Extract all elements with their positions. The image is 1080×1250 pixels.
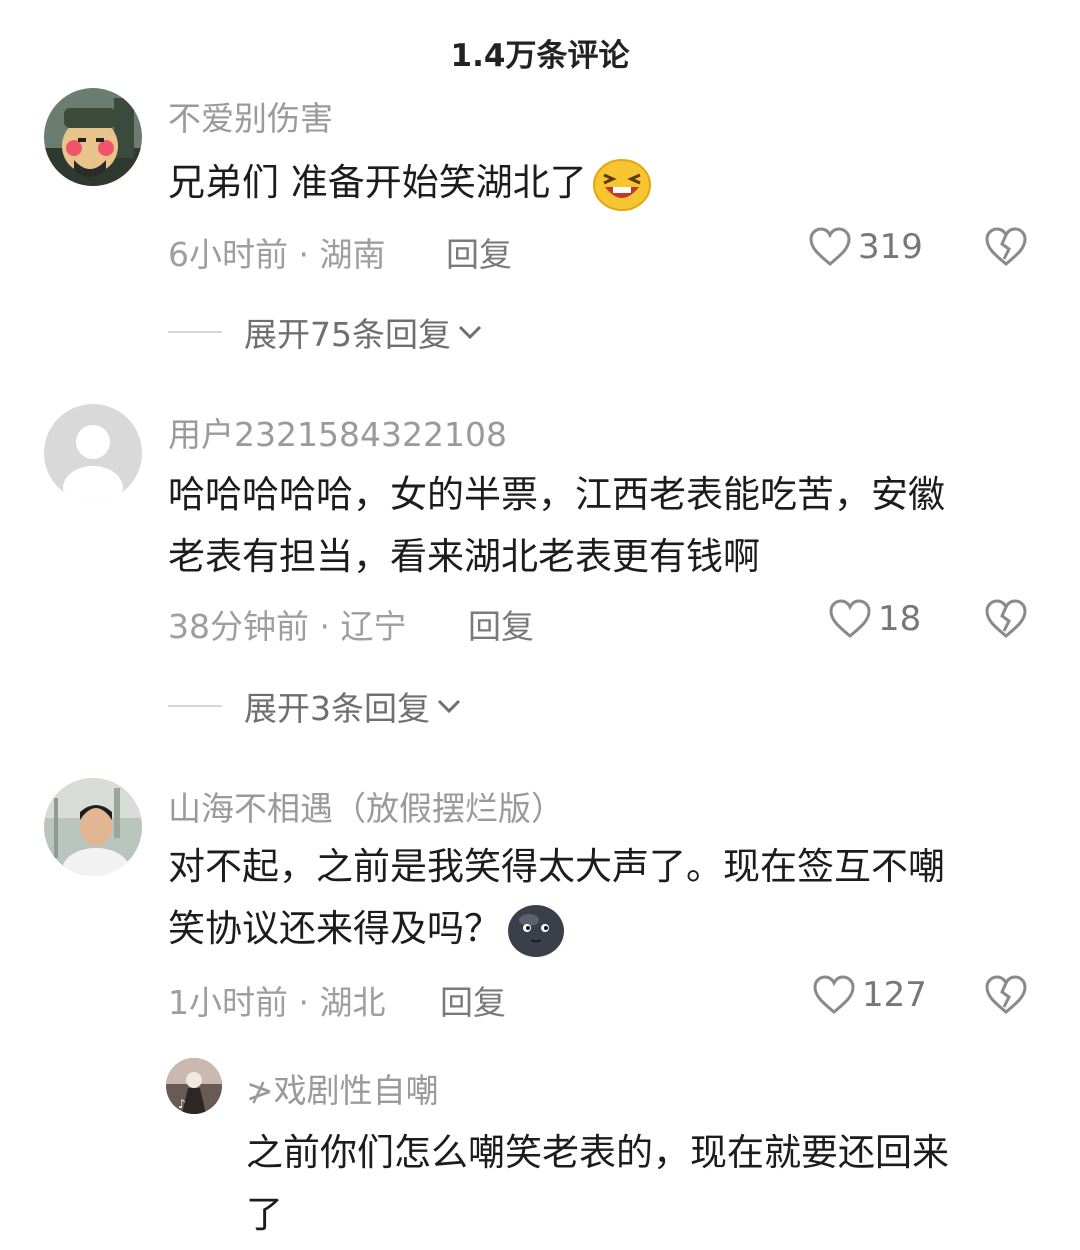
expand-replies-label: 展开3条回复 (244, 689, 430, 728)
comment-text-line: 哈哈哈哈哈，女的半票，江西老表能吃苦，安徽 (168, 473, 945, 516)
dislike-button[interactable] (984, 974, 1028, 1016)
comment-text: 哈哈哈哈哈，女的半票，江西老表能吃苦，安徽 老表有担当，看来湖北老表更有钱啊 (168, 464, 1048, 588)
broken-heart-icon (984, 598, 1028, 640)
avatar-user-1[interactable] (44, 88, 142, 186)
comment-text-content: 兄弟们 准备开始笑湖北了 (168, 161, 587, 204)
comment-text-wrap: 笑协议还来得及吗？ (168, 898, 1048, 960)
comment-text-line: 对不起，之前是我笑得太大声了。现在签互不嘲 (168, 845, 945, 888)
comment-meta: 38分钟前 · 辽宁 (168, 600, 406, 648)
broken-heart-icon (984, 974, 1028, 1016)
expand-replies-button[interactable]: 展开3条回复 (168, 682, 462, 730)
dislike-button[interactable] (984, 226, 1028, 268)
dislike-button[interactable] (984, 598, 1028, 640)
reply-button[interactable]: 回复 (446, 228, 512, 276)
heart-outline-icon (812, 974, 856, 1016)
comment-text: 对不起，之前是我笑得太大声了。现在签互不嘲 笑协议还来得及吗？ (168, 836, 1048, 960)
comment-text-line: 笑协议还来得及吗？ (168, 907, 501, 950)
like-count: 319 (858, 227, 923, 267)
reply-button[interactable]: 回复 (440, 976, 506, 1024)
comment-text: 兄弟们 准备开始笑湖北了 (168, 152, 1048, 214)
comment-text-line: 老表有担当，看来湖北老表更有钱啊 (168, 535, 760, 578)
meta-separator: · (288, 235, 320, 274)
comments-page: 1.4万条评论 不爱别伤害 兄弟们 准备开始笑湖北了 6小时前 · 湖南 回复 (0, 0, 1080, 1250)
comment-location: 辽宁 (340, 607, 407, 646)
comment-meta: 1小时前 · 湖北 (168, 976, 385, 1024)
reply-text: 之前你们怎么嘲笑老表的，现在就要还回来 了 (246, 1122, 1046, 1246)
expand-replies-label: 展开75条回复 (244, 315, 451, 354)
reply-text-line: 了 (246, 1193, 283, 1236)
like-button[interactable]: 18 (828, 598, 921, 640)
expand-replies-button[interactable]: 展开75条回复 (168, 308, 483, 356)
reply-button[interactable]: 回复 (468, 600, 534, 648)
svg-text:♪: ♪ (178, 1097, 186, 1111)
comment-time: 6小时前 (168, 235, 288, 274)
laughing-emoji-icon (592, 158, 651, 211)
avatar-user-3[interactable] (44, 778, 142, 876)
heart-outline-icon (828, 598, 872, 640)
chevron-down-icon (430, 697, 462, 715)
meta-separator: · (288, 983, 320, 1022)
comment-time: 38分钟前 (168, 607, 309, 646)
avatar-reply-user[interactable]: ♪ (166, 1058, 222, 1114)
like-button[interactable]: 319 (808, 226, 923, 268)
comment-location: 湖北 (319, 983, 386, 1022)
username[interactable]: 山海不相遇（放假摆烂版） (168, 782, 564, 830)
comment-location: 湖南 (319, 235, 386, 274)
chevron-down-icon (451, 323, 483, 341)
meta-separator: · (309, 607, 341, 646)
like-count: 127 (862, 975, 927, 1015)
like-button[interactable]: 127 (812, 974, 927, 1016)
username[interactable]: 用户2321584322108 (168, 408, 507, 456)
comment-meta: 6小时前 · 湖南 (168, 228, 385, 276)
comments-count-title: 1.4万条评论 (450, 38, 630, 74)
like-count: 18 (878, 599, 922, 639)
comment-time: 1小时前 (168, 983, 288, 1022)
expand-divider-line (168, 331, 222, 333)
reply-text-line: 之前你们怎么嘲笑老表的，现在就要还回来 (246, 1131, 949, 1174)
dark-moon-face-emoji-icon (507, 904, 565, 958)
username[interactable]: 不爱别伤害 (168, 92, 333, 140)
heart-outline-icon (808, 226, 852, 268)
reply-username[interactable]: ≯戏剧性自嘲 (246, 1064, 439, 1112)
avatar-user-2[interactable] (44, 404, 142, 502)
expand-divider-line (168, 705, 222, 707)
broken-heart-icon (984, 226, 1028, 268)
